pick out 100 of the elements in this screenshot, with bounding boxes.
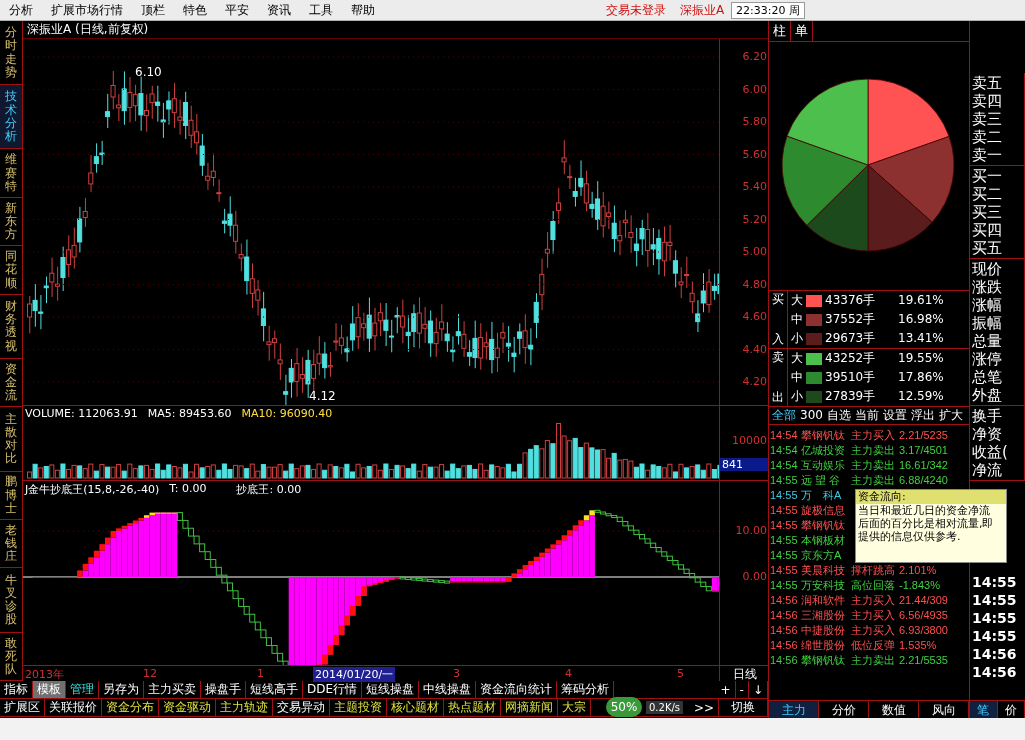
size-label: 中 xyxy=(791,370,803,385)
status-text: 深振业A xyxy=(678,1,726,19)
quote-label: 买四 xyxy=(972,221,1003,239)
time-cell: 14:56 xyxy=(770,637,799,652)
stock-name-cell[interactable]: 美晨科技 xyxy=(801,562,849,577)
stock-name-cell[interactable]: 中捷股份 xyxy=(801,622,849,637)
quote-label: 买三 xyxy=(972,203,1003,221)
date-label: 3 xyxy=(452,667,461,680)
volume-value: 43376手 xyxy=(825,293,877,308)
stock-name-cell[interactable]: 亿城投资 xyxy=(801,442,849,457)
price-tick: 4.80 xyxy=(742,277,767,291)
quote-label: 买一 xyxy=(972,167,1003,185)
stock-name-cell[interactable]: 绵世股份 xyxy=(801,637,849,652)
indicator-reading: T: 0.00 xyxy=(169,482,207,497)
quote-label: 净流 xyxy=(972,461,1003,479)
time-cell: 14:56 xyxy=(770,607,799,622)
group-label: 买 xyxy=(771,292,785,307)
stock-name-cell[interactable]: 京东方A xyxy=(801,547,849,562)
tooltip-text: 后面的百分比是相对流量,即 xyxy=(857,517,995,530)
time-cell: 14:55 xyxy=(770,547,799,562)
tooltip-title: 资金流向: xyxy=(856,490,1006,504)
time-cell-text: 14:55 xyxy=(971,627,1018,645)
stock-name-cell[interactable]: 远 望 谷 xyxy=(801,472,849,487)
volume-reading: VOLUME: 112063.91 xyxy=(25,407,138,420)
volume-value: 37552手 xyxy=(825,312,877,327)
time-cell-text: 14:55 xyxy=(971,591,1018,609)
filter-button[interactable]: 设置 xyxy=(880,408,909,423)
menu-item[interactable]: 分析 xyxy=(0,1,42,19)
percent-value: 17.86% xyxy=(898,370,944,385)
stock-name-cell[interactable]: 攀钢钒钛 xyxy=(801,517,849,532)
quote-label: 现价 xyxy=(972,260,1003,278)
status-text: 交易未登录 xyxy=(604,1,667,19)
time-cell: 14:55 xyxy=(770,517,799,532)
quote-label: 净资 xyxy=(972,425,1003,443)
date-label: 12 xyxy=(142,667,158,680)
action-cell-text: 主力买入 xyxy=(851,427,896,442)
quote-label: 总量 xyxy=(972,332,1003,350)
quote-label: 卖四 xyxy=(972,92,1003,110)
time-cell: 14:54 xyxy=(770,427,799,442)
quote-label: 涨跌 xyxy=(972,278,1003,296)
filter-button[interactable]: 扩大 xyxy=(936,408,965,423)
stock-name-cell[interactable]: 攀钢钒钛 xyxy=(801,427,849,442)
time-cell-text: 14:56 xyxy=(971,645,1018,663)
quote-label: 卖五 xyxy=(972,74,1003,92)
time-cell: 14:54 xyxy=(770,442,799,457)
side-tab[interactable]: 技术分析 xyxy=(0,85,22,150)
panel-tab[interactable]: 主力 xyxy=(769,701,819,718)
indicator-tick: 0.00 xyxy=(742,570,767,583)
menu-item[interactable]: 工具 xyxy=(300,1,342,19)
action-cell-text: 低位反弹 xyxy=(851,637,896,652)
price-tick: 5.20 xyxy=(742,212,767,226)
quote-label: 换手 xyxy=(972,407,1003,425)
size-label: 小 xyxy=(791,331,803,346)
action-cell-text: 主力卖出 xyxy=(851,457,896,472)
quote-label: 收益( xyxy=(972,443,1009,461)
size-label: 大 xyxy=(791,293,803,308)
menu-item[interactable]: 顶栏 xyxy=(132,1,174,19)
date-label: 5 xyxy=(676,667,685,680)
price-tick: 5.00 xyxy=(742,245,767,258)
stock-name-cell[interactable]: 万安科技 xyxy=(801,577,849,592)
stock-name-cell[interactable]: 旋极信息 xyxy=(801,502,849,517)
stock-name-cell[interactable]: 润和软件 xyxy=(801,592,849,607)
time-cell: 14:56 xyxy=(770,622,799,637)
date-label: 4 xyxy=(564,667,573,680)
price-tick: 6.00 xyxy=(742,82,767,96)
menu-item[interactable]: 平安 xyxy=(216,1,258,19)
percent-value: 12.59% xyxy=(898,389,944,404)
filter-button[interactable]: 浮出 xyxy=(908,408,937,423)
group-label: 入 xyxy=(771,332,785,347)
size-label: 小 xyxy=(791,389,803,404)
value-cell-text: 6.56/4935 xyxy=(899,607,949,622)
stock-name-cell[interactable]: 三湘股份 xyxy=(801,607,849,622)
volume-value: 39510手 xyxy=(825,370,877,385)
date-label: 1 xyxy=(256,667,265,680)
value-cell-text: 1.535% xyxy=(899,637,938,652)
value-cell-text: 3.17/4501 xyxy=(899,442,949,457)
action-cell-text: 主力买入 xyxy=(851,607,896,622)
menu-item[interactable]: 帮助 xyxy=(342,1,384,19)
quote-label: 振幅 xyxy=(972,314,1003,332)
menu-item[interactable]: 资讯 xyxy=(258,1,300,19)
menu-item[interactable]: 扩展市场行情 xyxy=(42,1,132,19)
value-cell-text: 6.93/3800 xyxy=(899,622,949,637)
value-cell-text: 16.61/342 xyxy=(899,457,949,472)
stock-name-cell[interactable]: 万 科A xyxy=(801,487,849,502)
time-cell-text: 14:55 xyxy=(971,573,1018,591)
filter-button[interactable]: 全部 xyxy=(770,408,798,423)
panel-tab[interactable]: 笔 xyxy=(970,701,998,718)
action-cell-text: 主力卖出 xyxy=(851,442,896,457)
template-button[interactable]: 模板 xyxy=(33,681,66,698)
stock-name-cell[interactable]: 本钢板材 xyxy=(801,532,849,547)
stock-name-cell[interactable]: 互动娱乐 xyxy=(801,457,849,472)
stock-name-cell[interactable]: 攀钢钒钛 xyxy=(801,652,849,667)
menu-item[interactable]: 特色 xyxy=(174,1,216,19)
size-label: 中 xyxy=(791,312,803,327)
action-cell-text: 主力买入 xyxy=(851,622,896,637)
value-cell-text: 2.21/5535 xyxy=(899,652,949,667)
volume-value: 29673手 xyxy=(825,331,877,346)
indicator-tick: 10.00 xyxy=(735,524,767,537)
price-tick: 4.20 xyxy=(742,375,767,388)
quote-label: 买五 xyxy=(972,239,1003,257)
